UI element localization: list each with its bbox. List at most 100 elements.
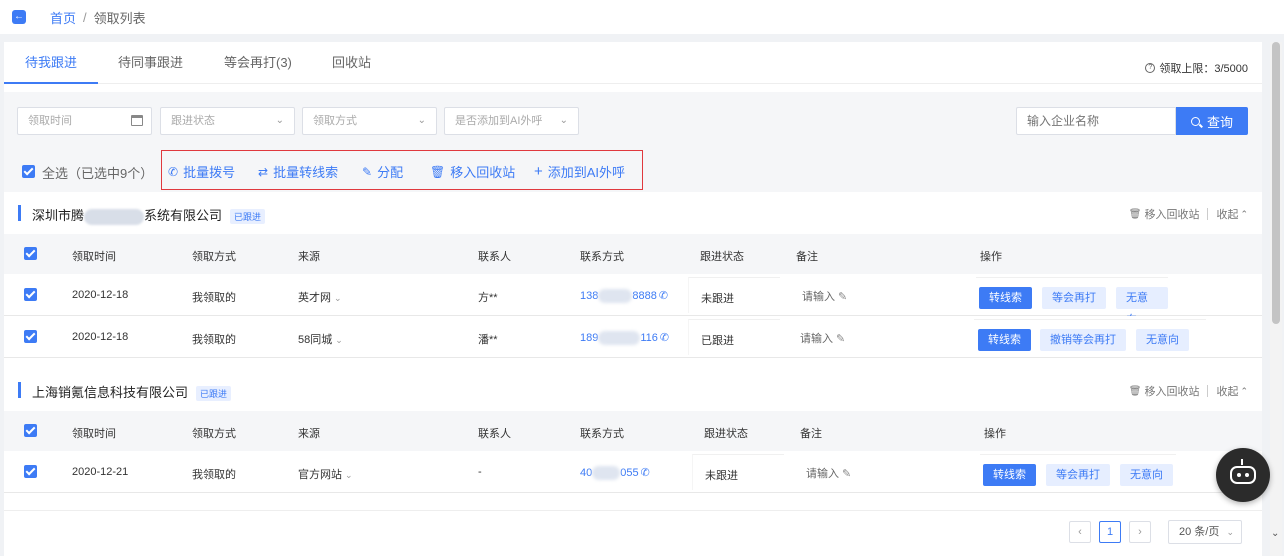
col-note: 备注 (796, 251, 818, 263)
receive-time: 2020-12-18 (72, 331, 129, 343)
tab-bar: 待我跟进 待同事跟进 等会再打(3) 回收站 ? 领取上限：3/5000 (4, 42, 1262, 84)
no-intention-button[interactable]: 无意向 (1116, 287, 1168, 326)
follow-status-select[interactable]: 跟进状态 ⌄ (160, 107, 295, 135)
scrollbar-thumb[interactable] (1272, 42, 1280, 324)
assign-button[interactable]: ✎ 分配 (362, 162, 403, 181)
trash-icon: 🗑 (430, 164, 446, 179)
next-page-button[interactable]: › (1129, 521, 1151, 543)
cancel-call-later-button[interactable]: 撤销等会再打 (1040, 329, 1126, 351)
ai-assistant-button[interactable] (1216, 448, 1270, 502)
select-all-checkbox[interactable] (22, 165, 35, 178)
filter-bar: 领取时间 跟进状态 ⌄ 领取方式 ⌄ 是否添加到AI外呼 ⌄ 查询 (4, 92, 1262, 150)
call-later-button[interactable]: 等会再打 (1042, 287, 1106, 309)
batch-dial-button[interactable]: ✆ 批量拨号 (168, 162, 235, 181)
contact-name: 潘** (478, 334, 498, 346)
search-icon (1190, 116, 1200, 126)
page-scrollbar[interactable] (1270, 42, 1282, 556)
scroll-down-chevron-icon[interactable]: ⌄ (1271, 528, 1279, 539)
col-phone: 联系方式 (580, 428, 624, 440)
group-recycle-button[interactable]: 移入回收站 (1144, 383, 1199, 399)
note-input[interactable]: 请输入 ✎ (802, 288, 847, 304)
trash-icon: 🗑 (1128, 208, 1142, 220)
call-later-button[interactable]: 等会再打 (1046, 464, 1110, 486)
source-label: 58同城 (298, 334, 333, 346)
contact-name: - (478, 466, 482, 478)
convert-lead-button[interactable]: 转线索 (979, 287, 1032, 309)
group-collapse-button[interactable]: 收起 (1216, 383, 1238, 399)
group-select-checkbox[interactable] (24, 247, 37, 260)
edit-icon: ✎ (836, 333, 846, 345)
breadcrumb-separator: / (83, 9, 87, 25)
phone-link[interactable]: 138 8888 ✆ (580, 289, 668, 304)
note-placeholder: 请输入 (806, 468, 839, 480)
receive-time-placeholder: 领取时间 (28, 115, 72, 127)
company-group-header: 上海销氪信息科技有限公司 已跟进 🗑 移入回收站 收起 ⌃ (4, 369, 1262, 411)
batch-convert-label: 批量转线索 (273, 165, 339, 180)
source-dropdown[interactable]: 官方网站 ⌄ (298, 466, 353, 482)
receive-time-picker[interactable]: 领取时间 (17, 107, 152, 135)
quota-text: 领取上限：3/5000 (1159, 63, 1248, 75)
col-actions: 操作 (980, 251, 1002, 263)
note-input[interactable]: 请输入 ✎ (806, 465, 851, 481)
page-number-button[interactable]: 1 (1099, 521, 1121, 543)
redacted-block (84, 208, 145, 225)
row-checkbox[interactable] (24, 465, 37, 478)
row-checkbox[interactable] (24, 288, 37, 301)
group-accent-bar (18, 205, 21, 221)
phone-icon[interactable]: ✆ (660, 332, 669, 344)
page-size-select[interactable]: 20 条/页 ⌄ (1168, 520, 1242, 544)
chevron-up-icon[interactable]: ⌃ (1240, 386, 1248, 397)
robot-icon (1230, 466, 1256, 484)
follow-status: 未跟进 (701, 293, 734, 305)
follow-status-cell: 已跟进 (688, 319, 780, 355)
tab-colleague-follow[interactable]: 待同事跟进 (118, 42, 183, 84)
chevron-down-icon: ⌄ (1226, 527, 1234, 537)
receive-method-select[interactable]: 领取方式 ⌄ (302, 107, 437, 135)
tab-call-later[interactable]: 等会再打(3) (224, 42, 292, 84)
phone-icon: ✆ (168, 164, 179, 179)
col-receive-time: 领取时间 (72, 251, 116, 263)
move-to-recycle-button[interactable]: 🗑 移入回收站 (430, 162, 515, 181)
group-collapse-button[interactable]: 收起 (1216, 206, 1238, 222)
no-intention-button[interactable]: 无意向 (1136, 329, 1189, 351)
phone-link[interactable]: 40 055 ✆ (580, 466, 650, 481)
search-button-label: 查询 (1206, 114, 1233, 130)
convert-lead-button[interactable]: 转线索 (978, 329, 1031, 351)
source-dropdown[interactable]: 58同城 ⌄ (298, 331, 343, 347)
plus-icon: + (534, 163, 543, 180)
prev-page-button[interactable]: ‹ (1069, 521, 1091, 543)
phone-icon[interactable]: ✆ (659, 290, 668, 302)
edit-icon: ✎ (838, 291, 848, 303)
tab-my-follow[interactable]: 待我跟进 (4, 42, 98, 84)
company-search-input[interactable] (1016, 107, 1176, 135)
breadcrumb-home[interactable]: 首页 (50, 8, 76, 27)
no-intention-button[interactable]: 无意向 (1120, 464, 1173, 486)
source-dropdown[interactable]: 英才网 ⌄ (298, 289, 342, 305)
breadcrumb-bar: ← 首页 / 领取列表 (0, 0, 1284, 34)
swap-icon: ⇄ (258, 164, 269, 179)
company-name: 深圳市腾 系统有限公司 已跟进 (32, 205, 266, 225)
convert-lead-button[interactable]: 转线索 (983, 464, 1036, 486)
follow-status-placeholder: 跟进状态 (171, 115, 215, 127)
tab-recycle-bin[interactable]: 回收站 (332, 42, 371, 84)
add-ai-call-button[interactable]: + 添加到AI外呼 (534, 162, 625, 181)
receive-method: 我领取的 (192, 292, 236, 304)
chevron-down-icon: ⌄ (345, 470, 353, 480)
table-row: 2020-12-21 我领取的 官方网站 ⌄ - 40 055 ✆ 未跟进 请输入 ✎ … (4, 451, 1262, 493)
note-input[interactable]: 请输入 ✎ (800, 330, 845, 346)
select-all-label: 全选（已选中9个） (42, 166, 154, 181)
source-label: 英才网 (298, 292, 331, 304)
phone-icon[interactable]: ✆ (641, 467, 650, 479)
back-arrow-icon[interactable]: ← (12, 10, 26, 24)
batch-convert-button[interactable]: ⇄ 批量转线索 (258, 162, 338, 181)
chevron-up-icon[interactable]: ⌃ (1240, 209, 1248, 220)
calendar-icon (131, 115, 143, 126)
row-checkbox[interactable] (24, 330, 37, 343)
group-select-checkbox[interactable] (24, 424, 37, 437)
breadcrumb-current: 领取列表 (93, 10, 146, 26)
search-button[interactable]: 查询 (1176, 107, 1248, 135)
ai-call-select[interactable]: 是否添加到AI外呼 ⌄ (444, 107, 579, 135)
move-to-recycle-label: 移入回收站 (450, 165, 516, 180)
group-recycle-button[interactable]: 移入回收站 (1144, 206, 1199, 222)
phone-link[interactable]: 189 116 ✆ (580, 331, 669, 346)
